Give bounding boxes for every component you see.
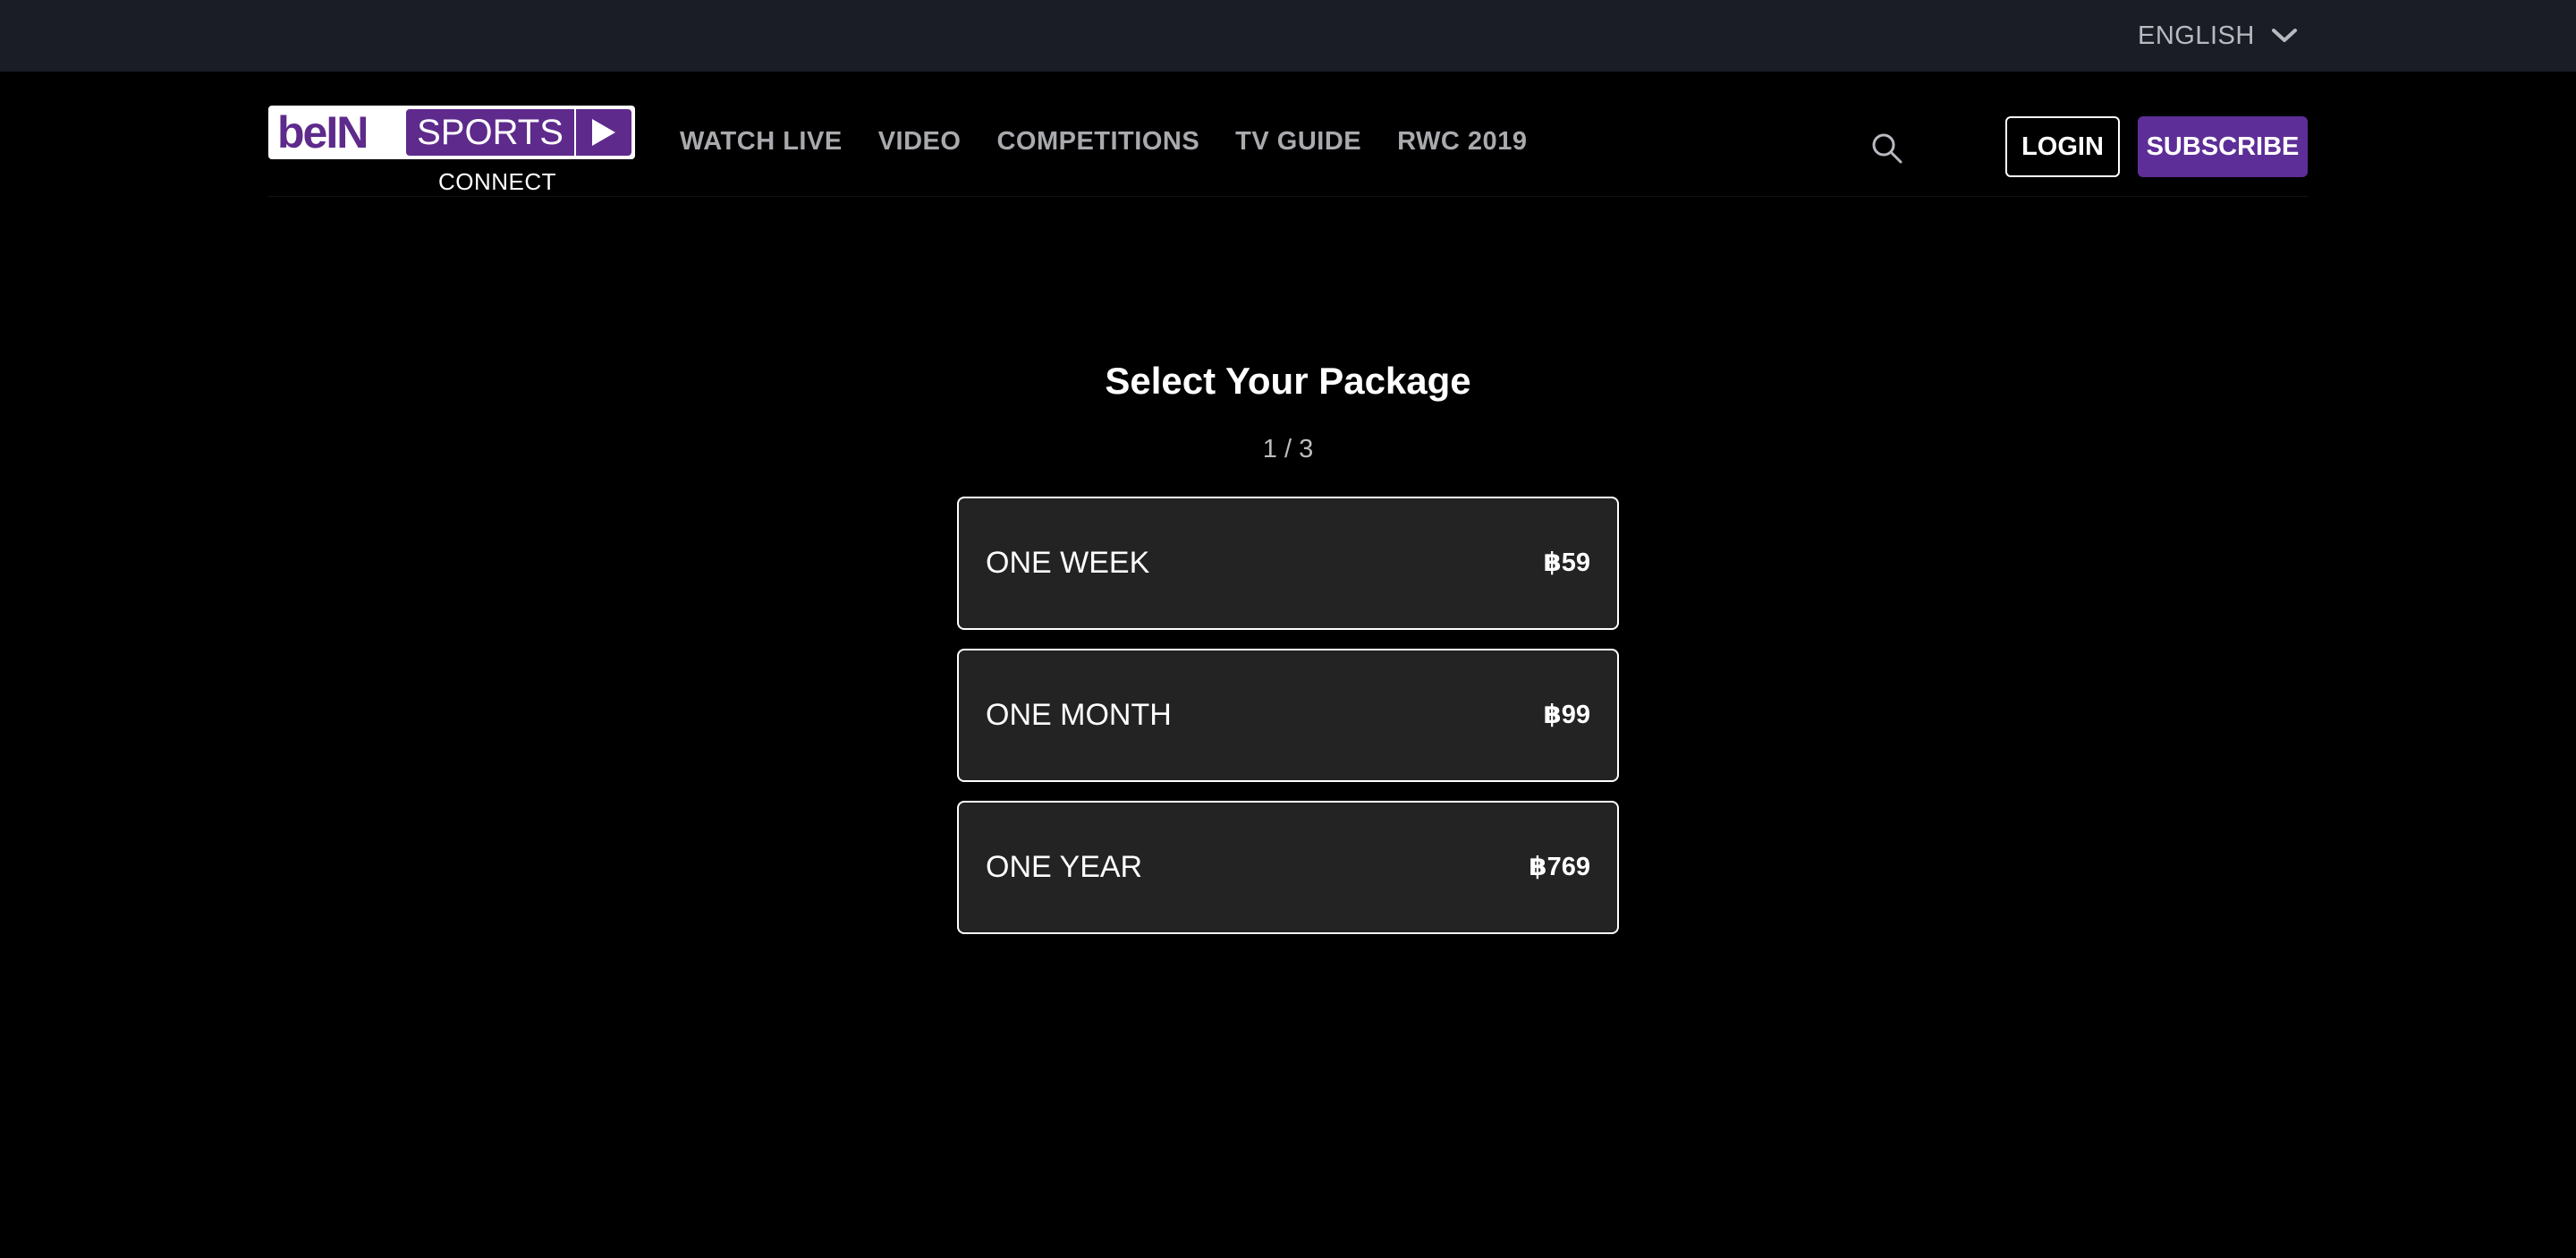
login-button[interactable]: LOGIN [2005,116,2120,177]
nav-item-video[interactable]: VIDEO [878,127,962,157]
package-list: ONE WEEK ฿59 ONE MONTH ฿99 ONE YEAR ฿769 [957,497,1619,953]
nav-item-watch-live[interactable]: WATCH LIVE [680,127,843,157]
step-indicator: 1 / 3 [1262,435,1314,463]
package-name: ONE WEEK [986,546,1150,580]
play-icon [576,109,631,156]
nav-item-tv-guide[interactable]: TV GUIDE [1235,127,1361,157]
bein-sports-connect-logo[interactable]: beIN SPORTS CONNECT [268,106,637,199]
package-name: ONE MONTH [986,698,1172,732]
package-name: ONE YEAR [986,850,1143,884]
package-price: ฿59 [1543,548,1590,577]
logo-connect-text: CONNECT [438,168,557,195]
page-title: Select Your Package [1105,360,1471,402]
nav-item-rwc-2019[interactable]: RWC 2019 [1397,127,1527,157]
search-icon[interactable] [1869,131,1905,166]
subscribe-button[interactable]: SUBSCRIBE [2138,116,2308,177]
logo-sports-text: SPORTS [406,109,574,156]
nav-item-competitions[interactable]: COMPETITIONS [996,127,1199,157]
package-option-one-week[interactable]: ONE WEEK ฿59 [957,497,1619,630]
package-price: ฿99 [1543,701,1590,729]
language-label: ENGLISH [2138,21,2255,50]
chevron-down-icon [2271,27,2298,45]
language-bar: ENGLISH [0,0,2576,72]
logo-badge: beIN SPORTS [268,106,635,159]
package-price: ฿769 [1529,853,1590,881]
package-option-one-year[interactable]: ONE YEAR ฿769 [957,801,1619,934]
nav-links: WATCH LIVE VIDEO COMPETITIONS TV GUIDE R… [680,127,1527,157]
logo-bein-text: beIN [272,109,406,156]
language-selector[interactable]: ENGLISH [2138,16,2298,55]
package-option-one-month[interactable]: ONE MONTH ฿99 [957,649,1619,782]
main-navbar: beIN SPORTS CONNECT WATCH LIVE VIDEO COM… [268,72,2308,197]
